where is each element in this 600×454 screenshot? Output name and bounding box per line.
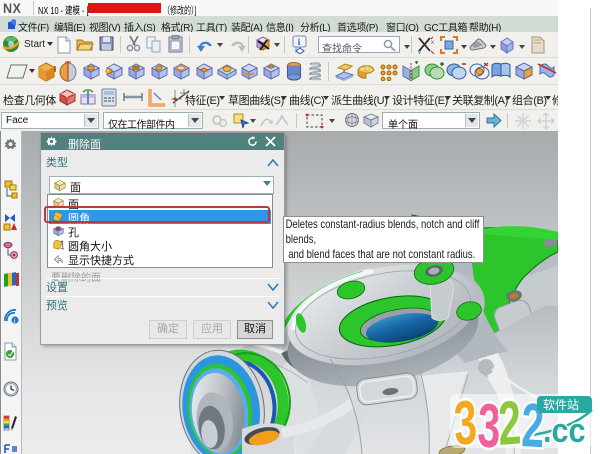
svg-text:软件站: 软件站 xyxy=(543,398,579,412)
svg-text:.cc: .cc xyxy=(543,412,586,450)
svg-text:i: i xyxy=(14,317,16,325)
svg-text:3: 3 xyxy=(452,387,478,454)
svg-text:x: x xyxy=(431,40,434,46)
svg-text:2: 2 xyxy=(497,388,522,454)
svg-text:y: y xyxy=(418,50,421,54)
